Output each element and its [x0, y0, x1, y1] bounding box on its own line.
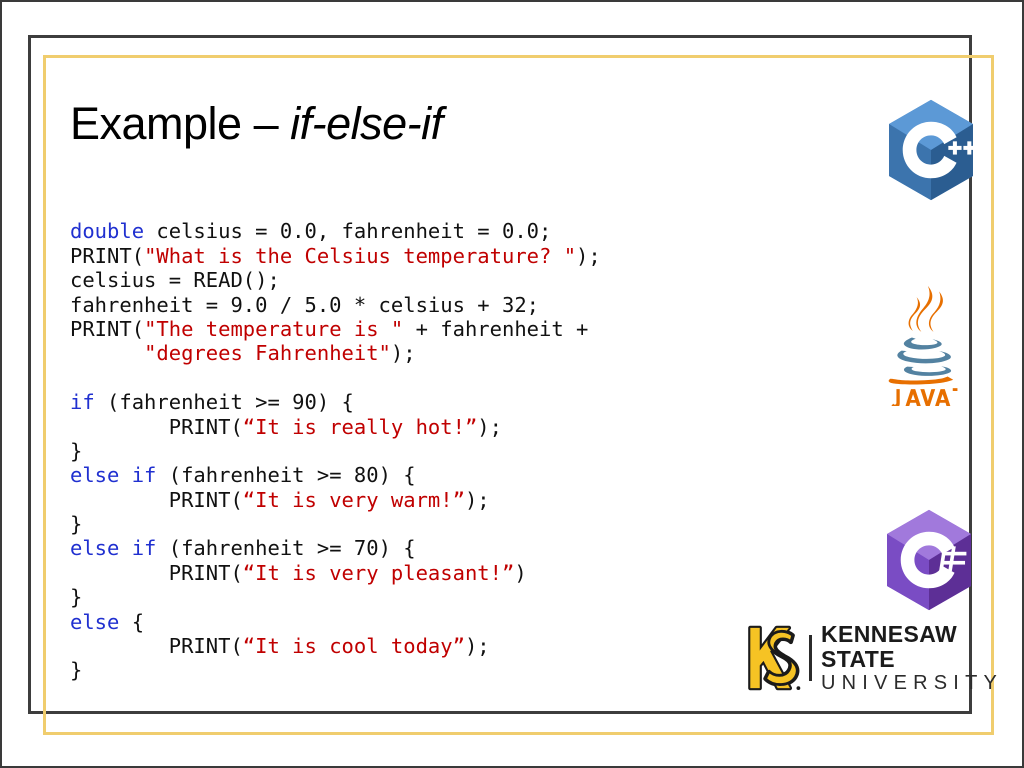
title-main-text: Example –: [70, 98, 291, 149]
code-line: fahrenheit = 9.0 / 5.0 * celsius + 32;: [70, 293, 601, 317]
code-token-plain: PRINT(: [70, 560, 243, 585]
code-token-plain: celsius = READ();: [70, 268, 280, 293]
code-token-plain: );: [390, 341, 416, 366]
java-logo: [878, 284, 974, 406]
ksu-wordmark-line2: UNIVERSITY: [821, 671, 1004, 694]
code-line: double celsius = 0.0, fahrenheit = 0.0;: [70, 219, 601, 243]
code-token-plain: );: [576, 243, 601, 268]
code-line: else {: [70, 610, 601, 634]
code-token-plain: );: [477, 414, 502, 439]
code-token-string: “It is really hot!”: [242, 414, 478, 439]
code-token-keyword: if: [70, 390, 95, 415]
code-token-keyword: if: [131, 463, 157, 488]
code-line: else if (fahrenheit >= 80) {: [70, 463, 601, 487]
code-line: PRINT("What is the Celsius temperature? …: [70, 244, 601, 268]
code-line: }: [70, 439, 601, 463]
code-line: PRINT(“It is very pleasant!”): [70, 561, 601, 585]
code-token-string: “It is very pleasant!”: [242, 560, 515, 585]
code-token-plain: }: [70, 585, 83, 610]
code-line: PRINT(“It is very warm!”);: [70, 488, 601, 512]
code-token-plain: }: [70, 658, 83, 683]
code-line: else if (fahrenheit >= 70) {: [70, 536, 601, 560]
code-token-keyword: double: [70, 219, 145, 244]
cpp-logo: [885, 98, 977, 202]
code-token-string: "What is the Celsius temperature? ": [144, 243, 577, 268]
code-token-keyword: else: [70, 609, 120, 634]
slide-title: Example – if-else-if: [70, 100, 443, 147]
code-token-plain: PRINT(: [70, 243, 145, 268]
code-token-plain: }: [70, 438, 83, 463]
code-line: PRINT(“It is really hot!”);: [70, 415, 601, 439]
code-line: celsius = READ();: [70, 268, 601, 292]
code-line: }: [70, 585, 601, 609]
slide-canvas: Example – if-else-if double celsius = 0.…: [0, 0, 1024, 768]
kennesaw-state-university-logo: KENNESAW STATE UNIVERSITY: [739, 619, 997, 697]
code-token-plain: + fahrenheit +: [403, 316, 589, 341]
code-token-plain: fahrenheit = 9.0 / 5.0 * celsius + 32;: [70, 292, 539, 317]
code-token-plain: {: [119, 609, 145, 634]
title-italic-text: if-else-if: [290, 98, 443, 149]
code-token-keyword: if: [131, 536, 157, 561]
code-token-plain: PRINT(: [70, 414, 243, 439]
code-line: PRINT("The temperature is " + fahrenheit…: [70, 317, 601, 341]
code-token-plain: (fahrenheit >= 80) {: [156, 463, 416, 488]
code-token-plain: PRINT(: [70, 634, 243, 659]
code-token-plain: }: [70, 512, 83, 537]
code-token-string: “It is cool today”: [242, 634, 465, 659]
ksu-wordmark: KENNESAW STATE UNIVERSITY: [821, 620, 1004, 695]
code-line: }: [70, 658, 601, 682]
code-token-string: "The temperature is ": [144, 316, 404, 341]
code-token-plain: (fahrenheit >= 90) {: [94, 390, 354, 415]
code-token-plain: ): [514, 560, 527, 585]
code-token-plain: celsius = 0.0, fahrenheit = 0.0;: [144, 219, 552, 244]
code-token-plain: PRINT(: [70, 487, 243, 512]
code-line: PRINT(“It is cool today”);: [70, 634, 601, 658]
code-block: double celsius = 0.0, fahrenheit = 0.0; P…: [70, 195, 601, 732]
code-token-keyword: else: [70, 463, 120, 488]
ksu-logo-divider: [809, 635, 812, 681]
code-line: "degrees Fahrenheit");: [70, 341, 601, 365]
code-line: if (fahrenheit >= 90) {: [70, 390, 601, 414]
code-token-keyword: else: [70, 536, 120, 561]
code-token-string: “It is very warm!”: [242, 487, 465, 512]
ksu-wordmark-line1: KENNESAW STATE: [821, 620, 958, 672]
ksu-monogram-icon: [748, 625, 801, 691]
code-token-plain: PRINT(: [70, 316, 145, 341]
csharp-logo: [882, 508, 976, 612]
code-token-plain: (fahrenheit >= 70) {: [156, 536, 416, 561]
code-token-string: "degrees Fahrenheit": [144, 341, 391, 366]
code-line: }: [70, 512, 601, 536]
code-token-plain: );: [464, 487, 490, 512]
code-token-plain: );: [464, 634, 490, 659]
